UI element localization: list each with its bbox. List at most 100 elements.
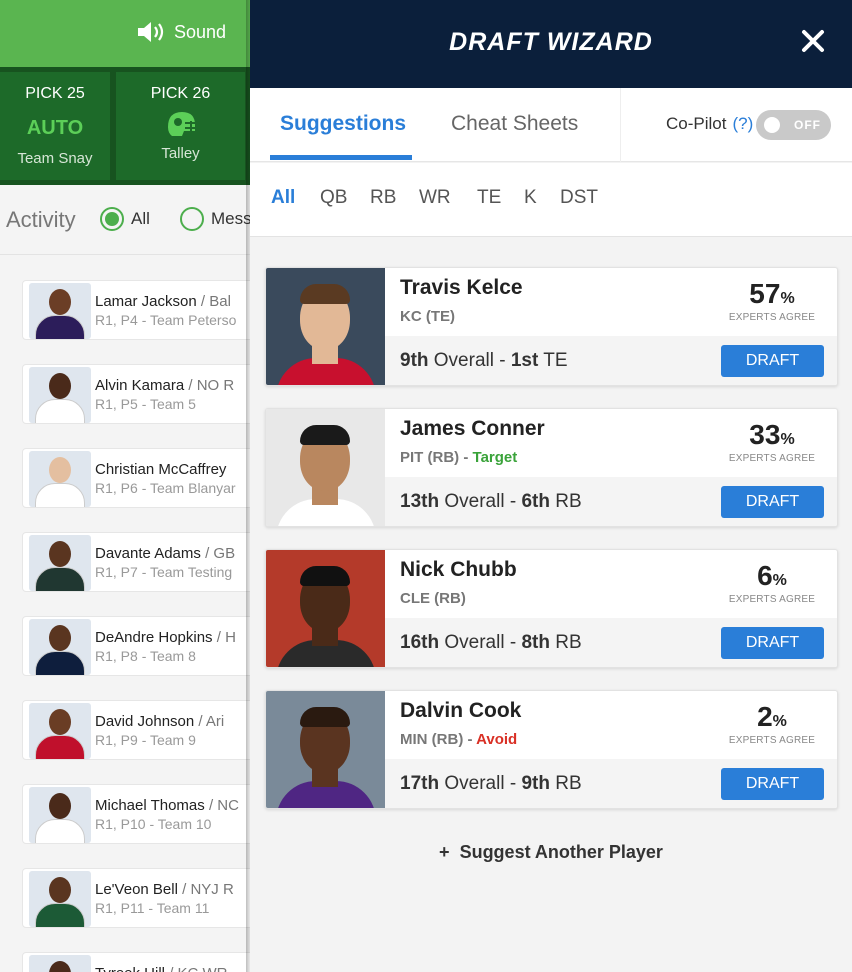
pick-team: Talley (161, 145, 200, 162)
draft-button[interactable]: DRAFT (721, 768, 824, 800)
experts-agree-label: EXPERTS AGREE (728, 594, 816, 605)
pick-auto-status: AUTO (26, 117, 84, 139)
player-rank: 13th Overall - 6th RB (400, 491, 582, 512)
experts-agree-label: EXPERTS AGREE (728, 453, 816, 464)
activity-feed-item[interactable]: Tyreek Hill / KC WR (22, 952, 262, 972)
feed-player-line: David Johnson / Ari (95, 713, 224, 730)
draft-wizard-panel: DRAFT WIZARD Suggestions Cheat Sheets Co… (250, 0, 852, 972)
player-rank-row: 16th Overall - 8th RB DRAFT (385, 618, 837, 667)
activity-feed-item[interactable]: Alvin Kamara / NO R R1, P5 - Team 5 (22, 364, 262, 424)
draft-button[interactable]: DRAFT (721, 486, 824, 518)
activity-feed-item[interactable]: Le'Veon Bell / NYJ R R1, P11 - Team 11 (22, 868, 262, 928)
draft-button[interactable]: DRAFT (721, 345, 824, 377)
experts-agree-percent: 2% (757, 701, 787, 732)
feed-player-team: / GB (205, 545, 236, 562)
feed-player-name: Lamar Jackson (95, 293, 197, 310)
top-bar: Sound (0, 0, 250, 67)
player-name: Travis Kelce (400, 276, 523, 299)
pick-number: PICK 26 (150, 85, 211, 102)
feed-player-name: Le'Veon Bell (95, 881, 178, 898)
activity-feed-item[interactable]: David Johnson / Ari R1, P9 - Team 9 (22, 700, 262, 760)
experts-agree-label: EXPERTS AGREE (728, 735, 816, 746)
position-filter-wr[interactable]: WR (419, 187, 451, 209)
pick-card[interactable]: PICK 25 AUTO Team Snay (0, 72, 110, 180)
filter-all-radio[interactable] (100, 207, 124, 231)
copilot-label-group: Co-Pilot (?) (666, 114, 753, 134)
feed-player-line: Davante Adams / GB (95, 545, 235, 562)
position-filter-bar: All QB RB WR TE K DST (250, 163, 852, 237)
player-photo (266, 409, 385, 526)
experts-agree-label: EXPERTS AGREE (728, 312, 816, 323)
player-rank: 9th Overall - 1st TE (400, 350, 568, 371)
experts-agree-percent: 57% (749, 278, 795, 309)
toggle-knob (764, 117, 780, 133)
player-name: James Conner (400, 417, 545, 440)
close-icon[interactable] (800, 26, 826, 56)
player-team-position: KC (TE) (400, 308, 455, 325)
activity-feed-item[interactable]: Christian McCaffrey R1, P6 - Team Blanya… (22, 448, 262, 508)
player-suggestion-card: Dalvin Cook MIN (RB) - Avoid 2% EXPERTS AGR… (265, 690, 838, 809)
feed-player-team: / Bal (200, 293, 231, 310)
feed-player-name: David Johnson (95, 713, 195, 730)
player-avatar (29, 787, 91, 843)
player-tag: Target (472, 449, 518, 466)
draft-room-background: Sound PICK 25 AUTO Team Snay PICK 26 Tal… (0, 0, 262, 972)
player-suggestion-card: Nick Chubb CLE (RB) 6% EXPERTS AGREE 16th Ov… (265, 549, 838, 668)
pick-number: PICK 25 (25, 85, 85, 102)
feed-player-name: Christian McCaffrey (95, 461, 227, 478)
feed-player-team: / KC WR (169, 965, 227, 972)
feed-pick-detail: R1, P9 - Team 9 (95, 732, 196, 748)
feed-player-team: / NYJ R (182, 881, 234, 898)
feed-pick-detail: R1, P6 - Team Blanyar (95, 480, 236, 496)
filter-all-label: All (131, 209, 150, 228)
feed-player-line: Tyreek Hill / KC WR (95, 965, 228, 972)
feed-player-name: Michael Thomas (95, 797, 205, 814)
activity-feed-item[interactable]: Davante Adams / GB R1, P7 - Team Testing (22, 532, 262, 592)
player-name: Nick Chubb (400, 558, 517, 581)
feed-pick-detail: R1, P4 - Team Peterso (95, 312, 237, 328)
position-filter-dst[interactable]: DST (560, 187, 598, 209)
suggest-another-button[interactable]: + Suggest Another Player (250, 842, 852, 863)
feed-player-team: / Ari (198, 713, 225, 730)
player-avatar (29, 283, 91, 339)
player-name: Dalvin Cook (400, 699, 522, 722)
activity-bar: Activity All Mess (0, 185, 252, 255)
draft-button[interactable]: DRAFT (721, 627, 824, 659)
feed-player-team: / H (216, 629, 236, 646)
position-filter-k[interactable]: K (524, 187, 537, 209)
copilot-toggle[interactable]: OFF (756, 110, 831, 140)
feed-pick-detail: R1, P8 - Team 8 (95, 648, 196, 664)
position-filter-te[interactable]: TE (477, 187, 501, 209)
feed-player-line: Lamar Jackson / Bal (95, 293, 231, 310)
feed-player-name: DeAndre Hopkins (95, 629, 213, 646)
copilot-help-link[interactable]: (?) (732, 114, 753, 133)
activity-title: Activity (6, 207, 76, 232)
helmet-icon (167, 112, 197, 136)
pick-card[interactable]: PICK 26 Talley (116, 72, 245, 180)
activity-feed-item[interactable]: Michael Thomas / NC R1, P10 - Team 10 (22, 784, 262, 844)
feed-pick-detail: R1, P11 - Team 11 (95, 900, 210, 916)
sound-toggle[interactable]: Sound (136, 20, 226, 44)
tab-cheat-sheets[interactable]: Cheat Sheets (451, 112, 578, 136)
position-filter-rb[interactable]: RB (370, 187, 396, 209)
feed-player-name: Davante Adams (95, 545, 201, 562)
tabs-divider (620, 88, 621, 162)
player-photo (266, 550, 385, 667)
player-rank-row: 9th Overall - 1st TE DRAFT (385, 336, 837, 385)
activity-feed-item[interactable]: DeAndre Hopkins / H R1, P8 - Team 8 (22, 616, 262, 676)
wizard-title: DRAFT WIZARD (449, 28, 653, 56)
speaker-icon (138, 22, 164, 42)
position-filter-all[interactable]: All (271, 187, 295, 209)
feed-player-line: Alvin Kamara / NO R (95, 377, 234, 394)
player-suggestion-card: Travis Kelce KC (TE) 57% EXPERTS AGREE 9th O… (265, 267, 838, 386)
player-suggestion-card: James Conner PIT (RB) - Target 33% EXPERTS … (265, 408, 838, 527)
activity-feed-item[interactable]: Lamar Jackson / Bal R1, P4 - Team Peterso (22, 280, 262, 340)
player-avatar (29, 367, 91, 423)
filter-messages-radio[interactable] (180, 207, 204, 231)
position-filter-qb[interactable]: QB (320, 187, 347, 209)
pick-tracker: PICK 25 AUTO Team Snay PICK 26 Talley (0, 67, 250, 185)
app-root: Sound PICK 25 AUTO Team Snay PICK 26 Tal… (0, 0, 852, 972)
pick-team: Team Snay (17, 150, 93, 167)
tab-suggestions[interactable]: Suggestions (280, 112, 406, 136)
player-rank-row: 13th Overall - 6th RB DRAFT (385, 477, 837, 526)
